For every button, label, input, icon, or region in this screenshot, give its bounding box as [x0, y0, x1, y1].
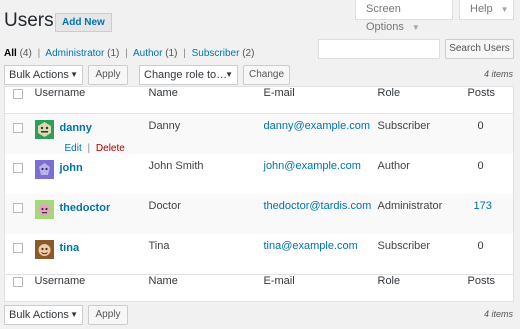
chevron-down-icon: ▼: [70, 70, 78, 79]
separator: |: [125, 48, 128, 59]
user-name: John Smith: [148, 160, 204, 172]
avatar: [34, 160, 54, 179]
filter-subscriber[interactable]: Subscriber: [192, 48, 240, 59]
user-name: Tina: [148, 240, 170, 252]
delete-link[interactable]: Delete: [96, 143, 125, 154]
filter-administrator-count: (1): [107, 48, 120, 59]
apply-button-bottom[interactable]: Apply: [88, 305, 128, 325]
row-checkbox[interactable]: [13, 243, 23, 253]
column-role: Role: [377, 86, 468, 114]
apply-button[interactable]: Apply: [88, 65, 128, 85]
bulk-actions-value: Bulk Actions: [9, 309, 69, 321]
avatar: [34, 120, 54, 139]
filter-administrator[interactable]: Administrator: [45, 48, 104, 59]
table-footer-row: Username Name E-mail Role Posts: [4, 273, 514, 301]
role-filter-links: All (4) | Administrator (1) | Author (1)…: [4, 48, 254, 59]
bulk-actions-value: Bulk Actions: [9, 69, 69, 81]
screen-options-label: Screen Options: [366, 3, 404, 33]
username-link[interactable]: tina: [60, 242, 80, 254]
search-users-button[interactable]: Search Users: [445, 39, 514, 59]
users-table: Username Name E-mail Role Posts danny Ed…: [4, 86, 514, 302]
chevron-down-icon: ▼: [70, 310, 78, 319]
column-role: Role: [377, 273, 468, 301]
table-row: thedoctor Doctor thedoctor@tardis.com Ad…: [4, 194, 514, 234]
chevron-down-icon: ▼: [225, 70, 233, 79]
column-posts[interactable]: Posts: [467, 273, 514, 301]
search-input[interactable]: [318, 39, 440, 59]
screen-options-tab[interactable]: Screen Options ▼: [355, 0, 453, 33]
table-row: john John Smith john@example.com Author …: [5, 154, 514, 194]
bulk-actions-select-bottom[interactable]: Bulk Actions ▼: [4, 305, 83, 325]
email-link[interactable]: tina@example.com: [264, 240, 358, 252]
change-button[interactable]: Change: [243, 65, 290, 85]
select-all-checkbox[interactable]: [13, 89, 23, 99]
filter-all[interactable]: All: [4, 48, 17, 59]
separator: |: [183, 48, 186, 59]
separator: |: [37, 48, 41, 59]
user-name: Doctor: [148, 194, 264, 234]
username-link[interactable]: thedoctor: [60, 202, 111, 214]
email-link[interactable]: john@example.com: [264, 160, 361, 172]
help-tab[interactable]: Help ▼: [459, 0, 514, 20]
filter-subscriber-count: (2): [242, 48, 255, 59]
posts-count-link[interactable]: 173: [474, 200, 492, 212]
caret-down-icon: ▼: [500, 5, 509, 14]
user-role: Subscriber: [377, 113, 468, 154]
row-checkbox[interactable]: [13, 203, 23, 213]
column-username[interactable]: Username: [34, 273, 149, 301]
items-count-bottom: 4 items: [483, 309, 513, 319]
table-header-row: Username Name E-mail Role Posts: [4, 86, 514, 114]
help-label: Help: [470, 3, 493, 15]
column-name[interactable]: Name: [148, 86, 264, 114]
username-link[interactable]: john: [60, 162, 83, 174]
user-role: Administrator: [377, 194, 468, 234]
posts-count: 0: [477, 120, 484, 132]
items-count: 4 items: [483, 69, 513, 79]
filter-author-count: (1): [165, 48, 178, 59]
user-name: Danny: [148, 113, 264, 154]
username-link[interactable]: danny: [60, 122, 92, 134]
filter-all-count: (4): [19, 48, 32, 59]
select-all-checkbox[interactable]: [13, 276, 23, 287]
change-role-value: Change role to…: [144, 69, 228, 81]
column-name[interactable]: Name: [148, 273, 264, 301]
email-link[interactable]: danny@example.com: [264, 120, 371, 132]
row-actions: Edit | Delete: [35, 143, 149, 154]
column-email[interactable]: E-mail: [263, 273, 378, 301]
add-new-button[interactable]: Add New: [55, 13, 112, 32]
avatar: [34, 200, 54, 219]
email-link[interactable]: thedoctor@tardis.com: [264, 200, 372, 212]
posts-count: 0: [477, 160, 484, 172]
column-posts[interactable]: Posts: [467, 86, 514, 114]
column-email[interactable]: E-mail: [263, 86, 378, 114]
separator: |: [87, 143, 91, 154]
page-title: Users: [4, 10, 54, 31]
table-row: danny Edit | Delete Danny danny@example.…: [4, 113, 514, 154]
bulk-actions-select[interactable]: Bulk Actions ▼: [4, 65, 83, 85]
filter-author[interactable]: Author: [133, 48, 162, 59]
row-checkbox[interactable]: [13, 163, 23, 173]
row-checkbox[interactable]: [13, 123, 23, 133]
column-username[interactable]: Username: [34, 86, 149, 114]
caret-down-icon: ▼: [411, 23, 420, 32]
user-role: Author: [377, 160, 410, 172]
edit-link[interactable]: Edit: [65, 143, 82, 154]
posts-count: 0: [477, 240, 484, 252]
avatar: [34, 240, 54, 259]
table-row: tina Tina tina@example.com Subscriber 0: [5, 234, 514, 274]
user-role: Subscriber: [377, 240, 431, 252]
change-role-select[interactable]: Change role to… ▼: [139, 65, 238, 85]
